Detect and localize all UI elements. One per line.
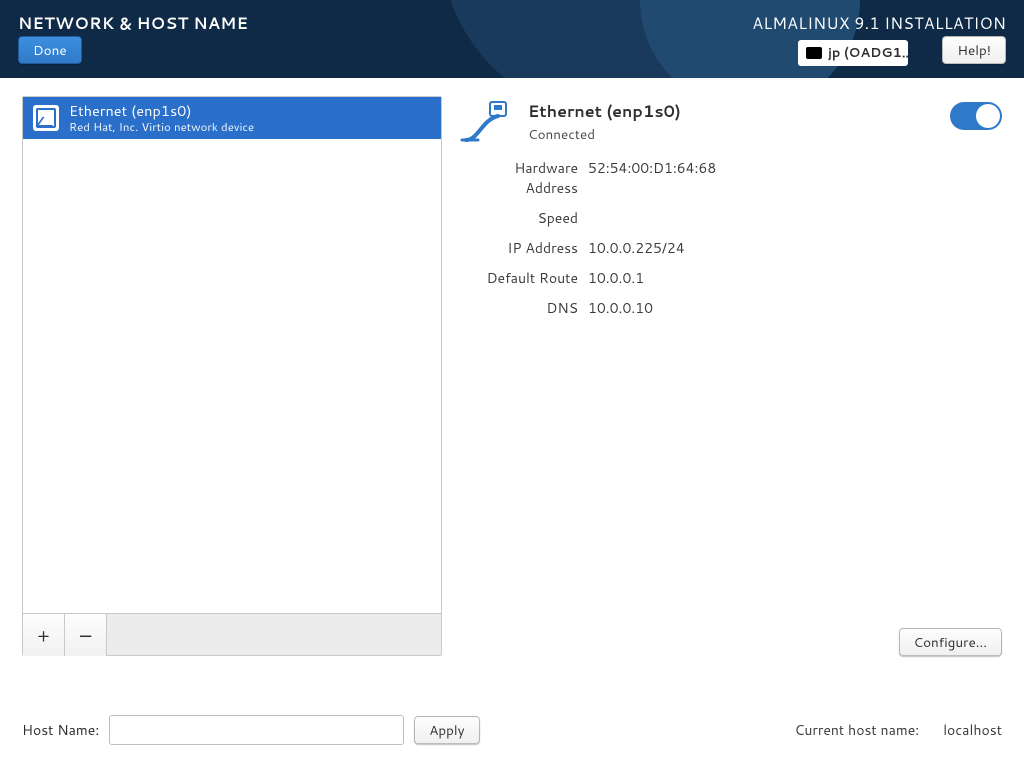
hostname-label: Host Name: (22, 720, 99, 740)
keyboard-layout-label: jp (OADG1… (828, 44, 908, 62)
current-hostname-value: localhost (943, 720, 1002, 740)
keyboard-icon (806, 47, 822, 59)
label-default-route: Default Route (460, 268, 578, 288)
network-device-list: Ethernet (enp1s0) Red Hat, Inc. Virtio n… (22, 96, 442, 656)
hostname-apply-button[interactable]: Apply (414, 716, 479, 744)
label-dns: DNS (460, 298, 578, 318)
value-dns: 10.0.0.10 (588, 298, 1002, 318)
label-speed: Speed (460, 208, 578, 228)
network-device-item[interactable]: Ethernet (enp1s0) Red Hat, Inc. Virtio n… (23, 97, 441, 139)
network-detail-pane: Ethernet (enp1s0) Connected Hardware Add… (460, 96, 1002, 656)
label-ip-address: IP Address (460, 238, 578, 258)
installer-title: ALMALINUX 9.1 INSTALLATION (752, 12, 1006, 35)
network-device-subtitle: Red Hat, Inc. Virtio network device (69, 120, 254, 133)
label-hardware-address: Hardware Address (460, 158, 578, 198)
main-content: Ethernet (enp1s0) Red Hat, Inc. Virtio n… (0, 78, 1024, 768)
top-banner: NETWORK & HOST NAME ALMALINUX 9.1 INSTAL… (0, 0, 1024, 78)
value-ip-address: 10.0.0.225/24 (588, 238, 1002, 258)
network-enable-toggle[interactable] (950, 102, 1002, 130)
network-list-toolbar: + − (23, 613, 441, 655)
current-hostname-label: Current host name: (794, 720, 919, 740)
value-speed (588, 208, 1002, 228)
remove-network-button[interactable]: − (65, 614, 107, 656)
value-default-route: 10.0.0.1 (588, 268, 1002, 288)
configure-button[interactable]: Configure... (899, 628, 1003, 656)
done-button[interactable]: Done (18, 36, 82, 64)
ethernet-icon (460, 100, 514, 144)
network-detail-status: Connected (528, 125, 681, 144)
network-detail-title: Ethernet (enp1s0) (528, 100, 681, 123)
help-button[interactable]: Help! (942, 36, 1006, 64)
keyboard-layout-indicator[interactable]: jp (OADG1… (798, 40, 908, 66)
hostname-input[interactable] (109, 715, 404, 745)
ethernet-icon (33, 105, 59, 131)
add-network-button[interactable]: + (23, 614, 65, 656)
network-detail-table: Hardware Address 52:54:00:D1:64:68 Speed… (460, 158, 1002, 318)
hostname-row: Host Name: Apply Current host name: loca… (22, 690, 1002, 768)
page-title: NETWORK & HOST NAME (18, 12, 248, 35)
value-hardware-address: 52:54:00:D1:64:68 (588, 158, 1002, 198)
